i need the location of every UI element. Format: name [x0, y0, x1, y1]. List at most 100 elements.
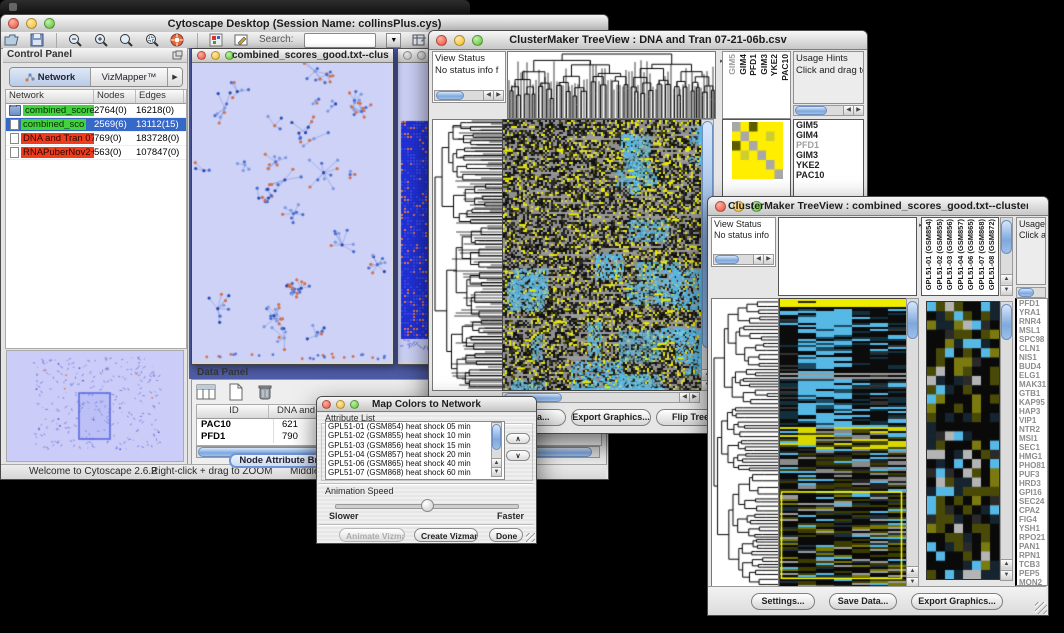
column-label[interactable]: PAC10 [780, 54, 791, 81]
gene-label[interactable]: KAP95 [1017, 398, 1047, 407]
close-button[interactable] [436, 35, 447, 46]
gene-label[interactable]: PAN1 [1017, 542, 1047, 551]
move-up-button[interactable]: ∧ [506, 433, 530, 444]
column-label[interactable]: GPL51-06 (GSM865) [966, 219, 977, 290]
scroll-up-icon[interactable]: ▲ [907, 566, 918, 576]
close-button[interactable] [8, 18, 19, 29]
scroll-right-icon[interactable]: ▶ [689, 393, 699, 402]
tv2-row-dendrogram[interactable] [711, 298, 779, 588]
scroll-left-icon[interactable]: ◀ [483, 91, 493, 100]
tv1-heatmap[interactable] [502, 119, 702, 391]
scroll-left-icon[interactable]: ◀ [753, 255, 763, 264]
gene-label[interactable]: RPO21 [1017, 533, 1047, 542]
column-label[interactable]: GIM4 [738, 54, 749, 75]
gene-label[interactable]: FIG4 [1017, 515, 1047, 524]
gene-label[interactable]: PHO81 [1017, 461, 1047, 470]
float-panel-icon[interactable] [172, 50, 183, 65]
treeview1-titlebar[interactable]: ClusterMaker TreeView : DNA and Tran 07-… [429, 31, 867, 50]
gene-label[interactable]: HAP3 [1017, 407, 1047, 416]
gene-label[interactable]: HRD3 [1017, 479, 1047, 488]
slider-thumb[interactable] [421, 499, 434, 512]
column-label[interactable]: PFD1 [748, 54, 759, 76]
row-label[interactable]: YKE2 [794, 160, 863, 170]
column-label[interactable]: GPL51-07 (GSM868) [977, 219, 988, 290]
resize-grip[interactable] [1035, 602, 1047, 614]
network-table-header[interactable]: Network Nodes Edges [6, 90, 186, 104]
tv1-usage-hscrollbar[interactable]: ◀ ▶ [793, 105, 864, 116]
attribute-list-vscrollbar[interactable]: ▲ ▼ [491, 422, 502, 477]
gene-label[interactable]: MAK31 [1017, 380, 1047, 389]
row-label[interactable]: GIM4 [794, 130, 863, 140]
network-table-row[interactable]: RNAPuberNov2+ 563(0) 107847(0) [6, 146, 186, 160]
attribute-list-item[interactable]: GPL51-01 (GSM854) heat shock 05 min [326, 422, 504, 431]
tv1-view-status-hscrollbar[interactable]: ◀ ▶ [434, 90, 504, 101]
treeview2-titlebar[interactable]: ClusterMaker TreeView : combined_scores_… [708, 197, 1048, 216]
gene-label[interactable]: VIP1 [1017, 416, 1047, 425]
scroll-right-icon[interactable]: ▶ [853, 106, 863, 115]
new-attribute-icon[interactable] [228, 383, 244, 406]
close-button[interactable] [715, 201, 726, 212]
gene-label[interactable]: GPI16 [1017, 488, 1047, 497]
tab-vizmapper[interactable]: VizMapper™ [91, 68, 168, 86]
animate-vizmap-button[interactable]: Animate Vizmap [339, 528, 405, 542]
tv2-heatmap[interactable] [779, 298, 907, 588]
search-input[interactable] [304, 33, 376, 48]
tab-network[interactable]: Network [10, 68, 91, 86]
network-table-row[interactable]: combined_sco 2569(6) 13112(15) [6, 118, 186, 132]
gene-label[interactable]: GTB1 [1017, 389, 1047, 398]
row-label[interactable]: PFD1 [794, 140, 863, 150]
gene-label[interactable]: HMG1 [1017, 452, 1047, 461]
search-dropdown-button[interactable]: ▼ [386, 33, 401, 48]
delete-attribute-icon[interactable] [257, 383, 273, 406]
scroll-down-icon[interactable]: ▼ [1001, 570, 1012, 580]
tv1-similarity-matrix[interactable] [732, 122, 783, 179]
map-dialog-titlebar[interactable]: Map Colors to Network [317, 397, 536, 412]
column-label[interactable]: GIM3 [759, 54, 770, 75]
network-window-1-titlebar[interactable]: combined_scores_good.txt--cluste... [192, 49, 393, 63]
row-label[interactable]: GIM5 [794, 120, 863, 130]
scroll-up-icon[interactable]: ▲ [492, 458, 501, 467]
birdseye-overview[interactable] [6, 350, 184, 462]
create-vizmap-button[interactable]: Create Vizmap [414, 528, 478, 542]
scroll-down-icon[interactable]: ▼ [1001, 285, 1012, 295]
gene-label[interactable]: PEP5 [1017, 569, 1047, 578]
scroll-right-icon[interactable]: ▶ [763, 255, 773, 264]
network-table-row[interactable]: combined_scores 2764(0) 16218(0) [6, 104, 186, 118]
gene-label[interactable]: TCB3 [1017, 560, 1047, 569]
tv2-heatmap-vscrollbar[interactable]: ▲ ▼ [906, 298, 919, 588]
move-down-button[interactable]: ∨ [506, 450, 530, 461]
action-button[interactable]: Save Data... [829, 593, 897, 610]
column-label[interactable]: GPL51-03 (GSM856) [945, 219, 956, 290]
tv2-usage-hscrollbar[interactable] [1016, 287, 1046, 298]
tv2-zoom-vscrollbar[interactable]: ▲ ▼ [1000, 301, 1013, 581]
row-label[interactable]: GIM3 [794, 150, 863, 160]
column-label[interactable]: GPL51-08 (GSM872) [987, 219, 998, 290]
scroll-up-icon[interactable]: ▲ [1001, 559, 1012, 569]
scroll-down-icon[interactable]: ▼ [492, 467, 501, 476]
scroll-right-icon[interactable]: ▶ [493, 91, 503, 100]
tv2-column-tree-area[interactable] [778, 217, 917, 296]
resize-grip[interactable] [526, 533, 535, 542]
select-attributes-icon[interactable] [196, 383, 216, 406]
gene-label[interactable]: MSI1 [1017, 434, 1047, 443]
gene-label[interactable]: SEC1 [1017, 443, 1047, 452]
attribute-list-item[interactable]: GPL51-06 (GSM865) heat shock 40 min [326, 459, 504, 468]
network-view-canvas[interactable] [192, 63, 391, 362]
gene-label[interactable]: NIS1 [1017, 353, 1047, 362]
gene-label[interactable]: BUD4 [1017, 362, 1047, 371]
tv2-labels-vscrollbar[interactable]: ▲ ▼ [1000, 217, 1013, 296]
gene-label[interactable]: ELG1 [1017, 371, 1047, 380]
tab-overflow-arrow[interactable]: ▶ [168, 68, 182, 86]
scroll-up-icon[interactable]: ▲ [1001, 274, 1012, 284]
tv2-view-status-hscrollbar[interactable]: ◀ ▶ [713, 254, 774, 265]
gene-label[interactable]: MSL1 [1017, 326, 1047, 335]
tv2-zoom-heatmap[interactable] [926, 301, 1000, 580]
gene-label[interactable]: YSH1 [1017, 524, 1047, 533]
gene-label[interactable]: CLN1 [1017, 344, 1047, 353]
animation-speed-slider[interactable] [335, 498, 519, 512]
attribute-list-item[interactable]: GPL51-07 (GSM868) heat shock 60 min [326, 468, 504, 477]
scroll-left-icon[interactable]: ◀ [843, 106, 853, 115]
gene-label[interactable]: RNR4 [1017, 317, 1047, 326]
gene-label[interactable]: SEC24 [1017, 497, 1047, 506]
column-label[interactable]: GPL51-02 (GSM855) [935, 219, 946, 290]
